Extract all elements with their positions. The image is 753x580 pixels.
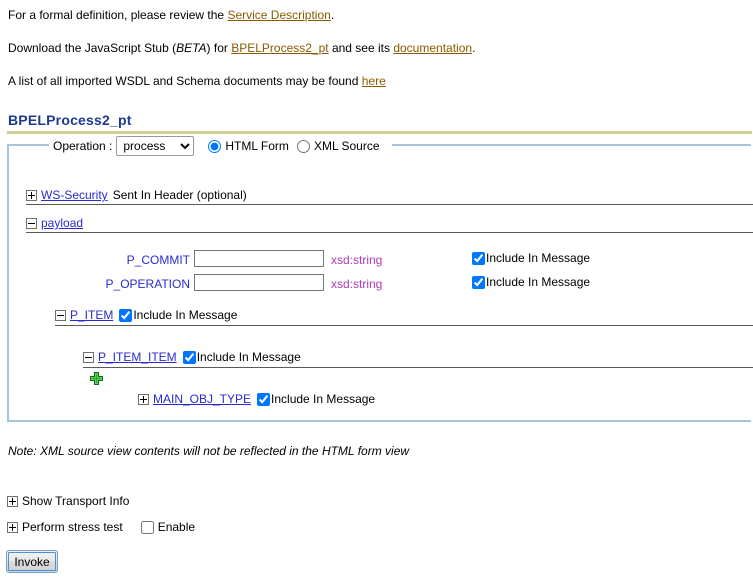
field-type-p-commit: xsd:string <box>331 253 383 267</box>
include-label-p-commit: Include In Message <box>486 251 591 265</box>
field-input-p-operation[interactable] <box>194 274 324 291</box>
operation-legend: Operation : process HTML Form XML Source <box>49 136 392 156</box>
intro-paragraphs: For a formal definition, please review t… <box>0 8 753 88</box>
show-transport-info-row[interactable]: Show Transport Info <box>7 494 129 508</box>
divider-ws-security <box>26 204 753 205</box>
intro-line-2-mid2: and see its <box>328 41 394 55</box>
tree-row-ws-security: WS-Security Sent In Header (optional) <box>26 188 247 202</box>
include-in-message-p-operation[interactable]: Include In Message <box>466 275 590 289</box>
title-divider <box>7 131 752 134</box>
include-checkbox-wrap-p-commit[interactable]: Include In Message <box>472 251 590 265</box>
main-obj-type-expand-icon[interactable] <box>138 393 149 405</box>
intro-line-1-text: For a formal definition, please review t… <box>8 8 228 22</box>
intro-line-2-suffix: . <box>472 41 476 55</box>
payload-link[interactable]: payload <box>41 216 83 230</box>
enable-checkbox[interactable] <box>140 520 154 534</box>
main-obj-type-link[interactable]: MAIN_OBJ_TYPE <box>153 392 251 406</box>
tree-row-p-item: P_ITEM Include In Message <box>55 308 237 322</box>
divider-p-item <box>55 325 753 326</box>
p-item-item-collapse-icon[interactable] <box>83 351 94 363</box>
perform-stress-test-row[interactable]: Perform stress test Enable <box>7 520 195 534</box>
perform-stress-test-expand-icon[interactable] <box>7 521 18 533</box>
ws-security-link[interactable]: WS-Security <box>41 188 108 202</box>
include-label-p-item: Include In Message <box>133 308 238 322</box>
divider-p-item-item <box>83 367 753 368</box>
operation-label: Operation : <box>53 139 113 153</box>
enable-label: Enable <box>157 520 196 534</box>
ws-security-suffix: Sent In Header (optional) <box>112 188 247 202</box>
operation-select[interactable]: process <box>116 136 195 156</box>
include-in-message-p-commit[interactable]: Include In Message <box>466 251 590 265</box>
payload-collapse-icon[interactable] <box>26 217 37 229</box>
radio-html-form[interactable]: HTML Form <box>208 139 289 153</box>
include-checkbox-p-operation[interactable] <box>472 275 485 289</box>
include-checkbox-wrap-p-item-item[interactable]: Include In Message <box>182 350 301 364</box>
intro-line-2-mid: ) for <box>206 41 232 55</box>
include-label-p-item-item: Include In Message <box>196 350 301 364</box>
include-checkbox-wrap-p-item[interactable]: Include In Message <box>119 308 237 322</box>
p-item-link[interactable]: P_ITEM <box>70 308 113 322</box>
field-type-p-operation: xsd:string <box>331 277 383 291</box>
service-title-block: BPELProcess2_pt <box>0 112 753 134</box>
intro-line-2: Download the JavaScript Stub (BETA) for … <box>8 41 745 55</box>
p-item-item-link[interactable]: P_ITEM_ITEM <box>98 350 177 364</box>
tree-row-payload: payload <box>26 216 83 230</box>
include-checkbox-wrap-main-obj-type[interactable]: Include In Message <box>257 392 375 406</box>
documentation-link[interactable]: documentation <box>393 41 472 55</box>
radio-xml-source-label: XML Source <box>313 139 380 153</box>
radio-html-form-label: HTML Form <box>225 139 289 153</box>
xml-source-note: Note: XML source view contents will not … <box>8 444 410 458</box>
field-input-p-commit[interactable] <box>194 250 324 267</box>
divider-payload <box>26 232 753 233</box>
ws-security-expand-icon[interactable] <box>26 189 37 201</box>
intro-line-3-pre: A list of all imported WSDL and Schema d… <box>8 74 362 88</box>
intro-line-1: For a formal definition, please review t… <box>8 8 745 22</box>
invoke-button[interactable]: Invoke <box>6 550 58 573</box>
include-label-p-operation: Include In Message <box>486 275 591 289</box>
p-item-collapse-icon[interactable] <box>55 309 66 321</box>
radio-html-form-input[interactable] <box>208 139 222 153</box>
include-checkbox-main-obj-type[interactable] <box>257 392 271 406</box>
intro-line-2-pre: Download the JavaScript Stub ( <box>8 41 177 55</box>
beta-label: BETA <box>176 41 207 55</box>
include-checkbox-wrap-p-operation[interactable]: Include In Message <box>472 275 590 289</box>
intro-line-1-suffix: . <box>330 8 335 22</box>
radio-xml-source[interactable]: XML Source <box>296 139 380 153</box>
tree-row-p-item-item: P_ITEM_ITEM Include In Message <box>83 350 301 364</box>
add-row-plus-icon[interactable] <box>89 371 104 386</box>
javascript-stub-link[interactable]: BPELProcess2_pt <box>231 41 328 55</box>
field-label-p-commit: P_COMMIT <box>126 253 190 267</box>
include-checkbox-p-item[interactable] <box>119 308 133 322</box>
show-transport-info-expand-icon[interactable] <box>7 495 18 507</box>
page-title: BPELProcess2_pt <box>8 112 132 128</box>
show-transport-info-label: Show Transport Info <box>22 494 130 508</box>
include-checkbox-p-item-item[interactable] <box>182 350 196 364</box>
radio-xml-source-input[interactable] <box>296 139 310 153</box>
view-mode-radio-group: HTML Form XML Source <box>208 139 387 153</box>
service-description-link[interactable]: Service Description <box>227 8 330 22</box>
include-checkbox-p-commit[interactable] <box>472 251 485 265</box>
include-label-main-obj-type: Include In Message <box>271 392 376 406</box>
imported-documents-link[interactable]: here <box>362 74 386 88</box>
enable-checkbox-wrap[interactable]: Enable <box>140 520 196 534</box>
field-label-p-operation: P_OPERATION <box>105 277 190 291</box>
perform-stress-test-label: Perform stress test <box>22 520 123 534</box>
intro-line-3: A list of all imported WSDL and Schema d… <box>8 74 745 88</box>
tree-row-main-obj-type: MAIN_OBJ_TYPE Include In Message <box>138 392 375 406</box>
